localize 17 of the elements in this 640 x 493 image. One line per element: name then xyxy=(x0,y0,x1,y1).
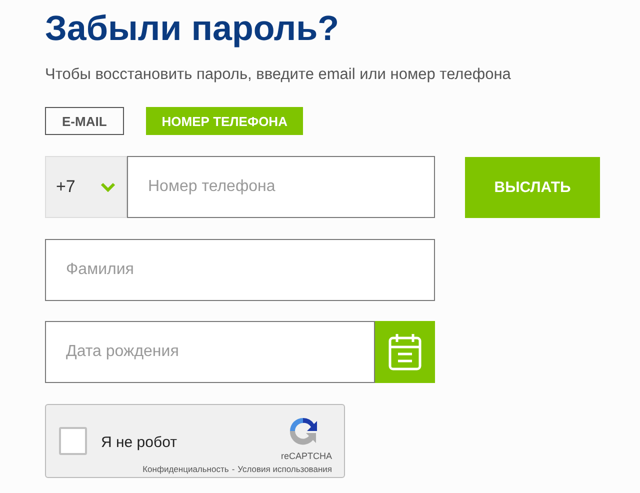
captcha-label: Я не робот xyxy=(101,434,177,450)
calendar-button[interactable] xyxy=(375,321,435,383)
captcha-checkbox[interactable] xyxy=(59,427,87,455)
surname-field[interactable]: Фамилия xyxy=(45,239,435,301)
captcha-link[interactable]: Конфиденциальность xyxy=(142,464,229,474)
phone-field[interactable]: Номер телефона xyxy=(127,156,435,218)
birthdate-field[interactable]: Дата рождения xyxy=(45,321,375,383)
link-separator: - xyxy=(232,464,235,474)
calendar-icon xyxy=(388,333,422,371)
subtitle: Чтобы восстановить пароль, введите email или номер телефона xyxy=(45,66,512,84)
recaptcha-logo-icon xyxy=(287,415,319,447)
tab[interactable]: E-MAIL xyxy=(45,107,124,135)
chevron-down-icon xyxy=(100,182,116,192)
page-title: Забыли пароль? xyxy=(45,8,340,50)
country-code-select[interactable]: +7 xyxy=(45,156,127,218)
captcha-link[interactable]: Условия использования xyxy=(238,464,332,474)
recaptcha-brand: reCAPTCHA xyxy=(280,451,332,461)
